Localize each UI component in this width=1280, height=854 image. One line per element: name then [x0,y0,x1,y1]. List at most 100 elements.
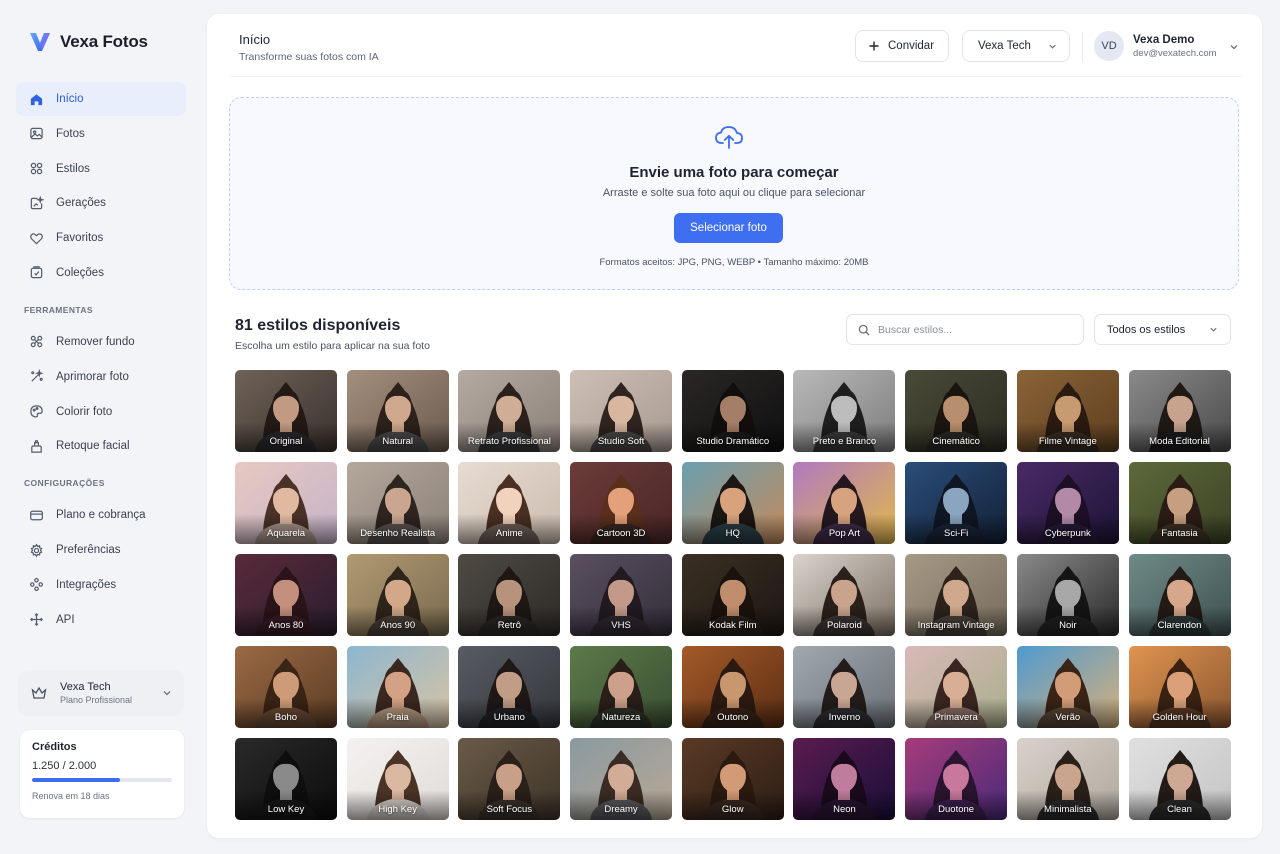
collection-icon [28,265,44,281]
style-tile-label: Natural [382,436,413,447]
sidebar-item-label: Aprimorar foto [56,370,129,383]
style-tile[interactable]: Aquarela [235,462,337,544]
upload-dropzone[interactable]: Envie uma foto para começar Arraste e so… [229,97,1239,290]
style-tile-label: Aquarela [266,528,306,539]
style-tile[interactable]: Inverno [793,646,896,728]
style-tile[interactable]: Studio Dramático [681,370,784,452]
style-tile[interactable]: Preto e Branco [793,370,896,452]
sidebar-item-colecoes[interactable]: Coleções [16,256,186,290]
style-tile-label: Cyberpunk [1044,528,1091,539]
style-tile[interactable]: Minimalista [1016,738,1119,820]
style-tile[interactable]: Anime [458,462,561,544]
style-tile[interactable]: Cinemático [905,370,1008,452]
invite-button[interactable]: Convidar [855,30,949,62]
style-tile[interactable]: Retrato Profissional [458,370,561,452]
style-tile[interactable]: Sci-Fi [905,462,1008,544]
sidebar-item-geracoes[interactable]: Gerações [16,186,186,220]
style-tile[interactable]: Studio Soft [570,370,673,452]
style-tile[interactable]: Low Key [235,738,337,820]
style-tile-label: Primavera [934,712,978,723]
style-tile[interactable]: Fantasia [1128,462,1231,544]
header-divider [1082,32,1083,62]
style-tile[interactable]: VHS [570,554,673,636]
style-tile[interactable]: Natural [346,370,449,452]
sidebar-item-aprimorar-foto[interactable]: Aprimorar foto [16,360,186,394]
style-tile[interactable]: Instagram Vintage [905,554,1008,636]
style-tile[interactable]: Noir [1016,554,1119,636]
sidebar-item-inicio[interactable]: Início [16,82,186,116]
style-tile[interactable]: Cartoon 3D [570,462,673,544]
style-tile[interactable]: Soft Focus [458,738,561,820]
brand[interactable]: Vexa Fotos [28,30,148,54]
style-tile-label: Anos 80 [268,620,304,631]
sidebar: Vexa Fotos Início Fotos Estilos Gerações [0,0,200,854]
style-tile-label: Boho [274,712,298,723]
style-tile-label: Noir [1059,620,1077,631]
style-tile[interactable]: Cyberpunk [1016,462,1119,544]
style-tile-label: Clarendon [1157,620,1202,631]
workspace-switcher[interactable]: Vexa Tech Plano Profissional [18,670,184,716]
style-tile[interactable]: Clean [1128,738,1231,820]
header-separator [231,76,1241,77]
chevron-down-icon[interactable] [1229,42,1239,52]
style-tile[interactable]: Glow [681,738,784,820]
style-tile-label: Anos 90 [380,620,416,631]
style-tile[interactable]: Anos 80 [235,554,337,636]
style-tile[interactable]: Dreamy [570,738,673,820]
style-tile[interactable]: Original [235,370,337,452]
style-tile[interactable]: Retrô [458,554,561,636]
style-tile[interactable]: Anos 90 [346,554,449,636]
sidebar-item-preferencias[interactable]: Preferências [16,533,186,567]
search-input[interactable]: Buscar estilos... [846,314,1084,345]
style-tile[interactable]: Golden Hour [1128,646,1231,728]
style-tile[interactable]: Natureza [570,646,673,728]
style-tile[interactable]: Desenho Realista [346,462,449,544]
style-tile[interactable]: Polaroid [793,554,896,636]
style-tile-label: Urbano [493,712,525,723]
style-tile[interactable]: Urbano [458,646,561,728]
style-filter-select[interactable]: Todos os estilos [1094,314,1231,345]
style-tile[interactable]: Clarendon [1128,554,1231,636]
credits-value: 1.250 / 2.000 [32,760,97,772]
grid-icon [28,161,44,177]
sidebar-nav: Início Fotos Estilos Gerações Favoritos [16,82,186,638]
sidebar-item-remover-fundo[interactable]: Remover fundo [16,325,186,359]
style-tile[interactable]: Moda Editorial [1128,370,1231,452]
face-retouch-icon [28,438,44,454]
style-tile[interactable]: Outono [681,646,784,728]
credits-card: Créditos 1.250 / 2.000 Renova em 18 dias [20,730,184,818]
style-tile-label: Instagram Vintage [917,620,995,631]
sidebar-item-fotos[interactable]: Fotos [16,117,186,151]
styles-subtitle: Escolha um estilo para aplicar na sua fo… [235,340,430,352]
style-tile[interactable]: HQ [681,462,784,544]
select-photo-button[interactable]: Selecionar foto [674,213,783,243]
user-menu[interactable]: VD Vexa Demo dev@vexatech.com [1094,31,1217,61]
sidebar-item-api[interactable]: API [16,603,186,637]
sidebar-item-retoque-facial[interactable]: Retoque facial [16,429,186,463]
app-name: Vexa Fotos [60,32,148,51]
style-tile[interactable]: Neon [793,738,896,820]
style-tile[interactable]: Verão [1016,646,1119,728]
avatar: VD [1094,31,1124,61]
sidebar-item-label: Favoritos [56,232,104,245]
team-selector[interactable]: Vexa Tech [962,30,1070,62]
style-tile-label: HQ [725,528,740,539]
style-tile[interactable]: Filme Vintage [1016,370,1119,452]
style-tile[interactable]: High Key [346,738,449,820]
style-tile-label: Desenho Realista [360,528,436,539]
style-tile[interactable]: Pop Art [793,462,896,544]
sidebar-item-colorir-foto[interactable]: Colorir foto [16,395,186,429]
style-tile[interactable]: Primavera [905,646,1008,728]
style-tile[interactable]: Duotone [905,738,1008,820]
sidebar-item-estilos[interactable]: Estilos [16,152,186,186]
sidebar-item-plano-cobranca[interactable]: Plano e cobrança [16,498,186,532]
style-tile-label: Praia [386,712,409,723]
style-tile[interactable]: Boho [235,646,337,728]
style-tile[interactable]: Kodak Film [681,554,784,636]
style-tile-label: Neon [833,804,856,815]
style-tile[interactable]: Praia [346,646,449,728]
sidebar-item-integracoes[interactable]: Integrações [16,568,186,602]
sidebar-item-favoritos[interactable]: Favoritos [16,221,186,255]
cloud-upload-icon [715,126,743,149]
sidebar-item-label: Remover fundo [56,335,135,348]
